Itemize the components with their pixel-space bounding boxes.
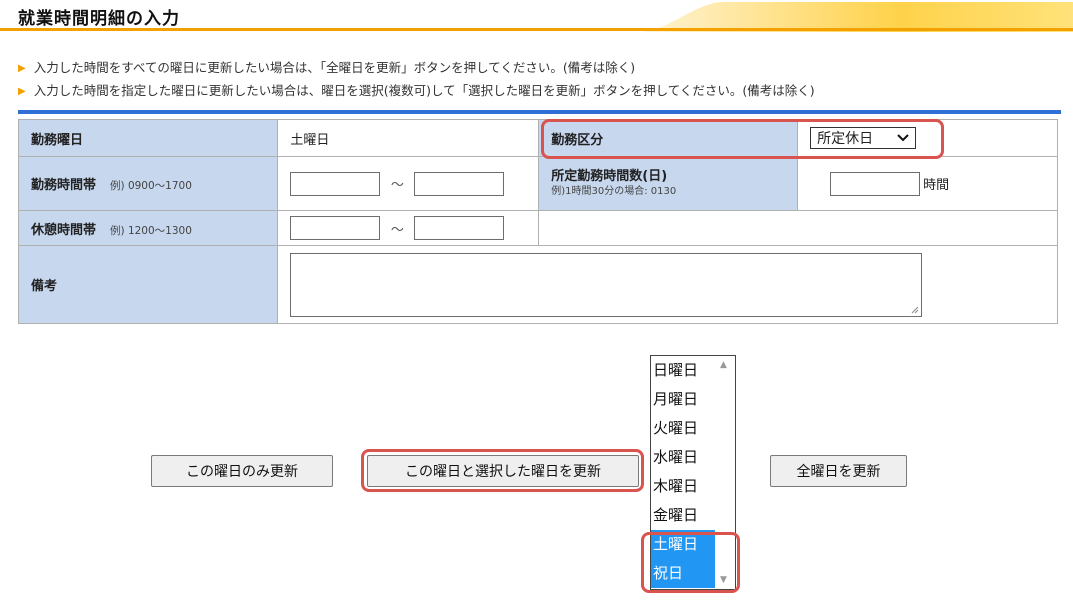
bullet-triangle-icon: ▶ xyxy=(18,86,26,97)
work-time-label-cell: 勤務時間帯 例) 0900〜1700 xyxy=(17,156,279,211)
scheduled-hours-example: 例)1時間30分の場合: 0130 xyxy=(551,185,677,197)
break-time-example: 例) 1200〜1300 xyxy=(110,224,192,237)
work-day-label: 勤務曜日 xyxy=(17,119,279,157)
break-time-start-input[interactable] xyxy=(290,216,381,240)
empty-cell xyxy=(538,210,1058,246)
resize-handle-icon[interactable] xyxy=(911,306,919,314)
scheduled-hours-label: 所定勤務時間数(日) xyxy=(551,168,668,184)
form-row: 勤務時間帯 例) 0900〜1700 〜 所定勤務時間数(日) 例)1時間30分の… xyxy=(17,156,1058,211)
scroll-up-icon[interactable]: ▲ xyxy=(720,360,727,370)
note-line: ▶ 入力した時間を指定した曜日に更新したい場合は、曜日を選択(複数可)して「選択し… xyxy=(18,79,815,102)
note-text: 入力した時間を指定した曜日に更新したい場合は、曜日を選択(複数可)して「選択した… xyxy=(33,83,815,98)
highlight-frame xyxy=(361,449,644,492)
day-option[interactable]: 日曜日 xyxy=(651,356,715,385)
work-time-end-input[interactable] xyxy=(414,171,505,196)
update-all-button[interactable]: 全曜日を更新 xyxy=(770,455,907,487)
day-option[interactable]: 火曜日 xyxy=(651,414,715,443)
break-time-label-cell: 休憩時間帯 例) 1200〜1300 xyxy=(17,210,279,246)
remarks-label: 備考 xyxy=(17,245,279,324)
day-option[interactable]: 金曜日 xyxy=(651,501,715,530)
break-time-end-input[interactable] xyxy=(414,216,505,240)
form-row: 備考 xyxy=(17,245,1058,324)
work-time-inputs: 〜 xyxy=(277,156,540,211)
work-time-example: 例) 0900〜1700 xyxy=(110,180,192,192)
note-text: 入力した時間をすべての曜日に更新したい場合は、「全曜日を更新」ボタンを押してくだ… xyxy=(33,60,636,75)
day-option[interactable]: 木曜日 xyxy=(651,472,715,501)
scheduled-hours-label-cell: 所定勤務時間数(日) 例)1時間30分の場合: 0130 xyxy=(538,156,799,211)
update-this-day-button[interactable]: この曜日のみ更新 xyxy=(151,455,333,487)
day-option[interactable]: 月曜日 xyxy=(651,385,715,414)
range-tilde: 〜 xyxy=(390,178,404,193)
highlight-frame xyxy=(541,119,944,159)
break-time-inputs: 〜 xyxy=(277,210,540,246)
form-row: 休憩時間帯 例) 1200〜1300 〜 xyxy=(17,210,1058,246)
remarks-cell xyxy=(277,245,1058,324)
break-time-label: 休憩時間帯 xyxy=(31,222,97,238)
work-day-value: 土曜日 xyxy=(277,119,540,157)
instructions: ▶ 入力した時間をすべての曜日に更新したい場合は、「全曜日を更新」ボタンを押してく… xyxy=(18,56,815,102)
hours-unit: 時間 xyxy=(923,178,950,193)
bullet-triangle-icon: ▶ xyxy=(18,63,26,74)
work-time-start-input[interactable] xyxy=(290,171,381,196)
scheduled-hours-input[interactable] xyxy=(830,171,921,196)
highlight-frame xyxy=(641,532,740,593)
title-bar: 就業時間明細の入力 xyxy=(0,0,1073,32)
section-divider xyxy=(18,110,1061,114)
work-time-label: 勤務時間帯 xyxy=(31,178,97,193)
range-tilde: 〜 xyxy=(390,222,404,238)
remarks-textarea[interactable] xyxy=(290,252,923,317)
day-option[interactable]: 水曜日 xyxy=(651,443,715,472)
page-title: 就業時間明細の入力 xyxy=(18,9,180,29)
note-line: ▶ 入力した時間をすべての曜日に更新したい場合は、「全曜日を更新」ボタンを押してく… xyxy=(18,56,815,79)
scheduled-hours-input-cell: 時間 xyxy=(797,156,1058,211)
